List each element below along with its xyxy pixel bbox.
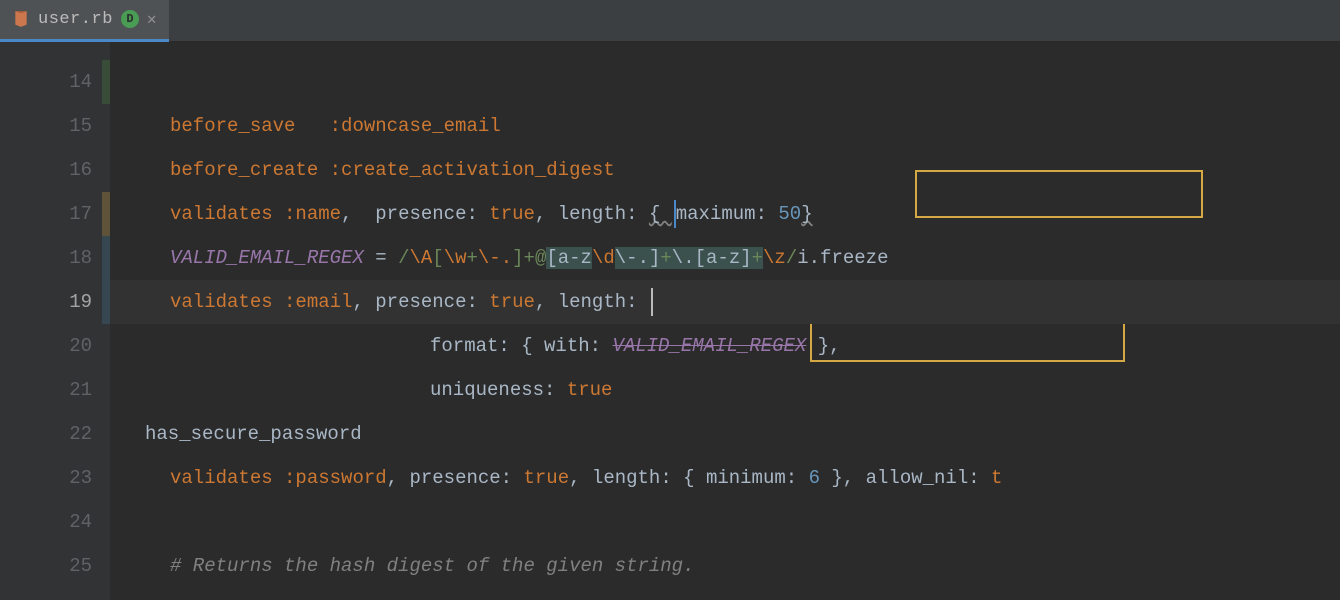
- line-number[interactable]: 18: [0, 236, 110, 280]
- line-number[interactable]: 14: [0, 60, 110, 104]
- code-line[interactable]: [110, 500, 1340, 544]
- code-line[interactable]: validates :password, presence: true, len…: [110, 456, 1340, 500]
- gutter: 14 15 16 17 18 19 20 21 22 23 24 25: [0, 42, 110, 600]
- line-number[interactable]: 25: [0, 544, 110, 588]
- line-number[interactable]: 15: [0, 104, 110, 148]
- line-number[interactable]: 17: [0, 192, 110, 236]
- code-line[interactable]: # Returns the hash digest of the given s…: [110, 544, 1340, 588]
- code-line[interactable]: VALID_EMAIL_REGEX = /\A[\w+\-.]+@[a-z\d\…: [110, 236, 1340, 280]
- close-tab-icon[interactable]: ✕: [147, 9, 157, 29]
- line-number[interactable]: 20: [0, 324, 110, 368]
- tab-filename: user.rb: [38, 10, 113, 29]
- line-number[interactable]: 23: [0, 456, 110, 500]
- code-line[interactable]: before_create :create_activation_digest: [110, 148, 1340, 192]
- line-number[interactable]: 21: [0, 368, 110, 412]
- line-number[interactable]: 19: [0, 280, 110, 324]
- line-number[interactable]: 24: [0, 500, 110, 544]
- cursor-icon: [651, 288, 653, 316]
- line-number[interactable]: 16: [0, 148, 110, 192]
- code-line[interactable]: [110, 60, 1340, 104]
- code-line[interactable]: has_secure_password: [110, 412, 1340, 456]
- code-line[interactable]: format: { with: VALID_EMAIL_REGEX },: [110, 324, 1340, 368]
- code-line[interactable]: validates :email, presence: true, length…: [110, 280, 1340, 324]
- ruby-file-icon: [12, 10, 30, 28]
- vcs-badge: D: [121, 10, 139, 28]
- editor: 14 15 16 17 18 19 20 21 22 23 24 25 befo…: [0, 42, 1340, 600]
- tab-bar: user.rb D ✕: [0, 0, 1340, 42]
- code-line[interactable]: validates :name, presence: true, length:…: [110, 192, 1340, 236]
- code-line[interactable]: uniqueness: true: [110, 368, 1340, 412]
- code-area[interactable]: before_save :downcase_email before_creat…: [110, 42, 1340, 600]
- file-tab[interactable]: user.rb D ✕: [0, 0, 169, 42]
- line-number[interactable]: 22: [0, 412, 110, 456]
- code-line[interactable]: before_save :downcase_email: [110, 104, 1340, 148]
